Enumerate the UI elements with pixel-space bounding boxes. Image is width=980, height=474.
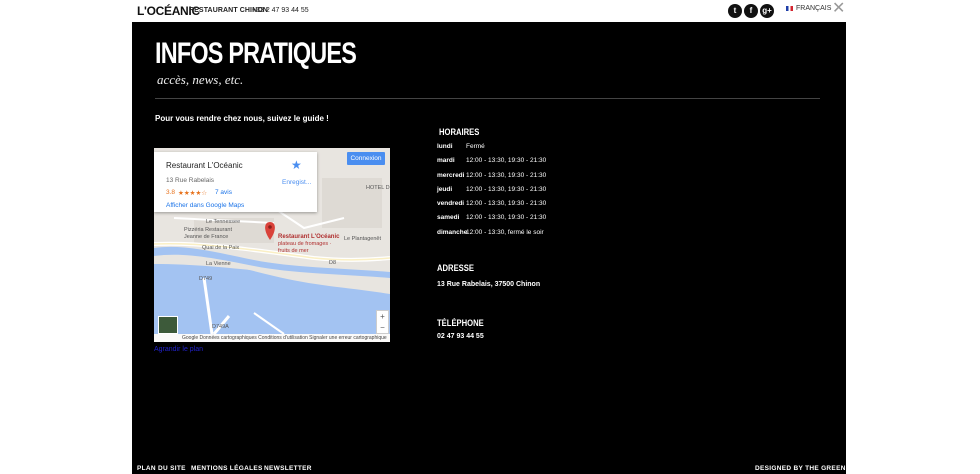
- hours-time: 12:00 - 13:30, 19:30 - 21:30: [466, 186, 547, 193]
- hours-time: 12:00 - 13:30, 19:30 - 21:30: [466, 157, 547, 164]
- place-rating: 3.8: [166, 189, 176, 196]
- header-phone: +33 2 47 93 44 55: [252, 7, 309, 14]
- page-subtitle: accès, news, etc.: [157, 72, 244, 87]
- reviews-link[interactable]: 7 avis: [215, 189, 232, 196]
- footer-credit-link[interactable]: DESIGNED BY THE GREEN ID: [755, 465, 855, 472]
- hours-time: 12:00 - 13:30, fermé le soir: [466, 229, 544, 236]
- pin-title[interactable]: Restaurant L'Océanic: [278, 234, 339, 240]
- pin-subtitle: plateau de fromages · fruits de mer: [278, 241, 332, 254]
- map-label: Le Plantagenêt: [344, 236, 382, 242]
- facebook-icon[interactable]: f: [744, 4, 758, 18]
- directions-text: Pour vous rendre chez nous, suivez le gu…: [155, 114, 329, 123]
- place-card: Restaurant L'Océanic 13 Rue Rabelais 3.8…: [154, 152, 317, 212]
- twitter-icon[interactable]: t: [728, 4, 742, 18]
- hours-day: dimanche: [437, 229, 468, 236]
- hours-time: 12:00 - 13:30, 19:30 - 21:30: [466, 172, 547, 179]
- hours-time: 12:00 - 13:30, 19:30 - 21:30: [466, 214, 547, 221]
- address-title: ADRESSE: [437, 263, 474, 273]
- map-label: La Vienne: [206, 261, 231, 267]
- hours-row: jeudi 12:00 - 13:30, 19:30 - 21:30: [437, 186, 546, 193]
- page-title: INFOS PRATIQUES: [155, 37, 357, 70]
- map-label: D749A: [212, 324, 229, 330]
- address-value: 13 Rue Rabelais, 37500 Chinon: [437, 281, 541, 288]
- google-plus-icon[interactable]: g+: [760, 4, 774, 18]
- map-label: Jeanne de France: [184, 234, 229, 240]
- map-label: Pizzéria Restaurant: [184, 227, 232, 233]
- divider: [155, 98, 820, 99]
- hours-row: lundi Fermé: [437, 143, 485, 150]
- place-address: 13 Rue Rabelais: [166, 177, 215, 184]
- hours-row: dimanche12:00 - 13:30, fermé le soir: [437, 229, 544, 236]
- footer-legal-link[interactable]: MENTIONS LÉGALES: [191, 465, 263, 472]
- place-name: Restaurant L'Océanic: [166, 161, 243, 170]
- hours-day: lundi: [437, 143, 453, 150]
- hours-day: mardi: [437, 157, 455, 164]
- zoom-in-button[interactable]: +: [380, 312, 385, 321]
- footer-sitemap-link[interactable]: PLAN DU SITE: [137, 465, 186, 472]
- map-label: HOTEL D: [366, 185, 390, 191]
- phone-title: TÉLÉPHONE: [437, 318, 484, 328]
- hours-row: samedi 12:00 - 13:30, 19:30 - 21:30: [437, 214, 546, 221]
- zoom-out-button[interactable]: −: [380, 323, 385, 332]
- top-bar: L'OCÉANIC RESTAURANT CHINON +33 2 47 93 …: [0, 0, 980, 22]
- map-label: D8: [329, 260, 337, 266]
- hours-row: vendredi 12:00 - 13:30, 19:30 - 21:30: [437, 200, 546, 207]
- phone-value[interactable]: 02 47 93 44 55: [437, 333, 484, 340]
- hours-day: jeudi: [437, 186, 453, 193]
- footer-newsletter-link[interactable]: NEWSLETTER: [264, 465, 312, 472]
- map-label: Le Tennessee: [206, 219, 241, 225]
- open-in-maps-link[interactable]: Afficher dans Google Maps: [166, 202, 244, 209]
- satellite-toggle[interactable]: [158, 316, 178, 334]
- hours-row: mercredi 12:00 - 13:30, 19:30 - 21:30: [437, 172, 546, 179]
- login-button[interactable]: Connexion: [347, 152, 385, 165]
- enlarge-map-link[interactable]: Agrandir le plan: [154, 346, 203, 353]
- hours-day: vendredi: [437, 200, 465, 207]
- hours-row: mardi 12:00 - 13:30, 19:30 - 21:30: [437, 157, 546, 164]
- map-footer: Google Données cartographiques Condition…: [154, 334, 390, 342]
- french-flag-icon: [786, 5, 793, 11]
- hours-time: Fermé: [466, 143, 485, 150]
- hours-title: HORAIRES: [439, 127, 480, 137]
- map-label: Quai de la Paix: [202, 245, 240, 251]
- close-icon[interactable]: ✕: [832, 1, 845, 17]
- language-selector[interactable]: FRANÇAIS: [786, 5, 831, 12]
- language-label: FRANÇAIS: [796, 5, 832, 12]
- save-link[interactable]: Enregist...: [282, 179, 311, 186]
- zoom-control[interactable]: + −: [376, 310, 389, 334]
- google-map[interactable]: Le Tennessee Pizzéria Restaurant Jeanne …: [154, 148, 390, 342]
- star-save-icon[interactable]: ★: [291, 158, 302, 172]
- map-label: D749: [199, 276, 213, 282]
- rating-stars-icon: ★★★★☆: [178, 190, 208, 197]
- hours-time: 12:00 - 13:30, 19:30 - 21:30: [466, 200, 547, 207]
- hours-day: mercredi: [437, 172, 465, 179]
- hours-day: samedi: [437, 214, 460, 221]
